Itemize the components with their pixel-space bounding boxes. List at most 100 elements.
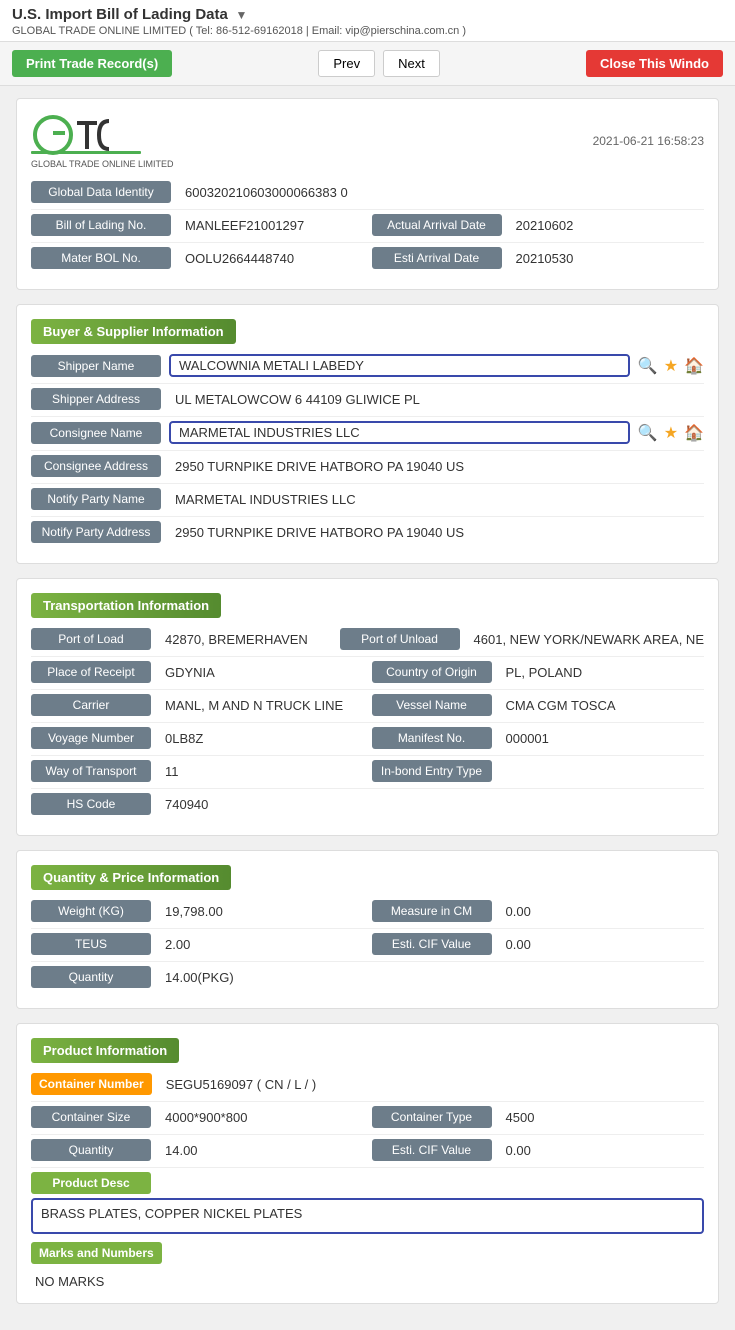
place-receipt-row: Place of Receipt GDYNIA Country of Origi… bbox=[31, 661, 704, 683]
mater-bol-value: OOLU2664448740 bbox=[179, 251, 364, 266]
next-button[interactable]: Next bbox=[383, 50, 440, 77]
global-id-row: Global Data Identity 6003202106030000663… bbox=[31, 181, 704, 203]
port-of-unload-value: 4601, NEW YORK/NEWARK AREA, NE bbox=[468, 632, 704, 647]
marks-label: Marks and Numbers bbox=[31, 1242, 162, 1264]
container-type-label: Container Type bbox=[372, 1106, 492, 1128]
product-desc-section: Product Desc BRASS PLATES, COPPER NICKEL… bbox=[31, 1172, 704, 1234]
consignee-home-icon[interactable]: 🏠 bbox=[684, 423, 704, 443]
consignee-address-value: 2950 TURNPIKE DRIVE HATBORO PA 19040 US bbox=[169, 459, 704, 474]
consignee-address-label: Consignee Address bbox=[31, 455, 161, 477]
consignee-search-icon[interactable]: 🔍 bbox=[638, 423, 658, 443]
shipper-name-label: Shipper Name bbox=[31, 355, 161, 377]
carrier-label: Carrier bbox=[31, 694, 151, 716]
vessel-name-label: Vessel Name bbox=[372, 694, 492, 716]
qp-quantity-label: Quantity bbox=[31, 966, 151, 988]
teus-label: TEUS bbox=[31, 933, 151, 955]
marks-value: NO MARKS bbox=[31, 1274, 704, 1289]
product-esti-cif-label: Esti. CIF Value bbox=[372, 1139, 492, 1161]
shipper-name-value: WALCOWNIA METALI LABEDY bbox=[169, 354, 630, 377]
container-size-label: Container Size bbox=[31, 1106, 151, 1128]
shipper-icons: 🔍 ★ 🏠 bbox=[638, 356, 704, 376]
product-desc-value: BRASS PLATES, COPPER NICKEL PLATES bbox=[31, 1198, 704, 1234]
way-of-transport-label: Way of Transport bbox=[31, 760, 151, 782]
weight-label: Weight (KG) bbox=[31, 900, 151, 922]
subtitle: GLOBAL TRADE ONLINE LIMITED ( Tel: 86-51… bbox=[12, 25, 723, 37]
container-size-row: Container Size 4000*900*800 Container Ty… bbox=[31, 1106, 704, 1128]
shipper-name-row: Shipper Name WALCOWNIA METALI LABEDY 🔍 ★… bbox=[31, 354, 704, 377]
qp-quantity-value: 14.00(PKG) bbox=[159, 970, 381, 985]
shipper-address-row: Shipper Address UL METALOWCOW 6 44109 GL… bbox=[31, 388, 704, 410]
bol-row: Bill of Lading No. MANLEEF21001297 Actua… bbox=[31, 214, 704, 236]
close-button[interactable]: Close This Windo bbox=[586, 50, 723, 77]
esti-arrival-value: 20210530 bbox=[510, 251, 705, 266]
esti-arrival-label: Esti Arrival Date bbox=[372, 247, 502, 269]
container-number-label: Container Number bbox=[31, 1073, 152, 1095]
weight-value: 19,798.00 bbox=[159, 904, 364, 919]
place-of-receipt-label: Place of Receipt bbox=[31, 661, 151, 683]
qp-esti-cif-value: 0.00 bbox=[500, 937, 705, 952]
consignee-name-label: Consignee Name bbox=[31, 422, 161, 444]
product-esti-cif-value: 0.00 bbox=[500, 1143, 705, 1158]
way-transport-row: Way of Transport 11 In-bond Entry Type bbox=[31, 760, 704, 782]
arrow-icon[interactable]: ▼ bbox=[235, 8, 247, 22]
prev-button[interactable]: Prev bbox=[318, 50, 375, 77]
mater-bol-label: Mater BOL No. bbox=[31, 247, 171, 269]
hs-code-value: 740940 bbox=[159, 797, 381, 812]
hs-code-row: HS Code 740940 bbox=[31, 793, 704, 815]
measure-label: Measure in CM bbox=[372, 900, 492, 922]
voyage-number-label: Voyage Number bbox=[31, 727, 151, 749]
teus-value: 2.00 bbox=[159, 937, 364, 952]
toolbar: Print Trade Record(s) Prev Next Close Th… bbox=[0, 42, 735, 86]
qp-esti-cif-label: Esti. CIF Value bbox=[372, 933, 492, 955]
global-data-identity-value: 600320210603000066383 0 bbox=[179, 185, 704, 200]
bill-of-lading-label: Bill of Lading No. bbox=[31, 214, 171, 236]
shipper-home-icon[interactable]: 🏠 bbox=[684, 356, 704, 376]
buyer-supplier-card: Buyer & Supplier Information Shipper Nam… bbox=[16, 304, 719, 564]
consignee-star-icon[interactable]: ★ bbox=[664, 423, 678, 443]
consignee-icons: 🔍 ★ 🏠 bbox=[638, 423, 704, 443]
consignee-name-value-wrapper: MARMETAL INDUSTRIES LLC bbox=[169, 421, 630, 444]
notify-party-name-value: MARMETAL INDUSTRIES LLC bbox=[169, 492, 704, 507]
place-of-receipt-value: GDYNIA bbox=[159, 665, 364, 680]
vessel-name-value: CMA CGM TOSCA bbox=[500, 698, 705, 713]
shipper-address-label: Shipper Address bbox=[31, 388, 161, 410]
notify-party-address-value: 2950 TURNPIKE DRIVE HATBORO PA 19040 US bbox=[169, 525, 704, 540]
logo-image bbox=[31, 113, 141, 157]
teus-row: TEUS 2.00 Esti. CIF Value 0.00 bbox=[31, 933, 704, 955]
actual-arrival-label: Actual Arrival Date bbox=[372, 214, 502, 236]
manifest-no-label: Manifest No. bbox=[372, 727, 492, 749]
timestamp: 2021-06-21 16:58:23 bbox=[593, 134, 704, 148]
consignee-name-row: Consignee Name MARMETAL INDUSTRIES LLC 🔍… bbox=[31, 421, 704, 444]
shipper-search-icon[interactable]: 🔍 bbox=[638, 356, 658, 376]
country-of-origin-label: Country of Origin bbox=[372, 661, 492, 683]
notify-party-address-row: Notify Party Address 2950 TURNPIKE DRIVE… bbox=[31, 521, 704, 543]
consignee-address-row: Consignee Address 2950 TURNPIKE DRIVE HA… bbox=[31, 455, 704, 477]
transportation-header: Transportation Information bbox=[31, 593, 221, 618]
quantity-price-header: Quantity & Price Information bbox=[31, 865, 231, 890]
port-of-unload-label: Port of Unload bbox=[340, 628, 460, 650]
print-button[interactable]: Print Trade Record(s) bbox=[12, 50, 172, 77]
top-bar: U.S. Import Bill of Lading Data ▼ GLOBAL… bbox=[0, 0, 735, 42]
carrier-value: MANL, M AND N TRUCK LINE bbox=[159, 698, 364, 713]
product-quantity-row: Quantity 14.00 Esti. CIF Value 0.00 bbox=[31, 1139, 704, 1161]
marks-section: Marks and Numbers NO MARKS bbox=[31, 1242, 704, 1289]
notify-party-name-label: Notify Party Name bbox=[31, 488, 161, 510]
voyage-row: Voyage Number 0LB8Z Manifest No. 000001 bbox=[31, 727, 704, 749]
container-size-value: 4000*900*800 bbox=[159, 1110, 364, 1125]
content-area: GLOBAL TRADE ONLINE LIMITED 2021-06-21 1… bbox=[0, 86, 735, 1330]
container-number-row: Container Number SEGU5169097 ( CN / L / … bbox=[31, 1073, 704, 1095]
measure-value: 0.00 bbox=[500, 904, 705, 919]
carrier-row: Carrier MANL, M AND N TRUCK LINE Vessel … bbox=[31, 694, 704, 716]
qp-quantity-row: Quantity 14.00(PKG) bbox=[31, 966, 704, 988]
shipper-star-icon[interactable]: ★ bbox=[664, 356, 678, 376]
quantity-price-card: Quantity & Price Information Weight (KG)… bbox=[16, 850, 719, 1009]
actual-arrival-value: 20210602 bbox=[510, 218, 705, 233]
container-type-value: 4500 bbox=[500, 1110, 705, 1125]
shipper-name-value-wrapper: WALCOWNIA METALI LABEDY bbox=[169, 354, 630, 377]
page-title: U.S. Import Bill of Lading Data bbox=[12, 6, 228, 23]
port-of-load-value: 42870, BREMERHAVEN bbox=[159, 632, 332, 647]
logo-company-name: GLOBAL TRADE ONLINE LIMITED bbox=[31, 159, 174, 169]
notify-party-name-row: Notify Party Name MARMETAL INDUSTRIES LL… bbox=[31, 488, 704, 510]
logo-card: GLOBAL TRADE ONLINE LIMITED 2021-06-21 1… bbox=[16, 98, 719, 290]
product-card: Product Information Container Number SEG… bbox=[16, 1023, 719, 1304]
